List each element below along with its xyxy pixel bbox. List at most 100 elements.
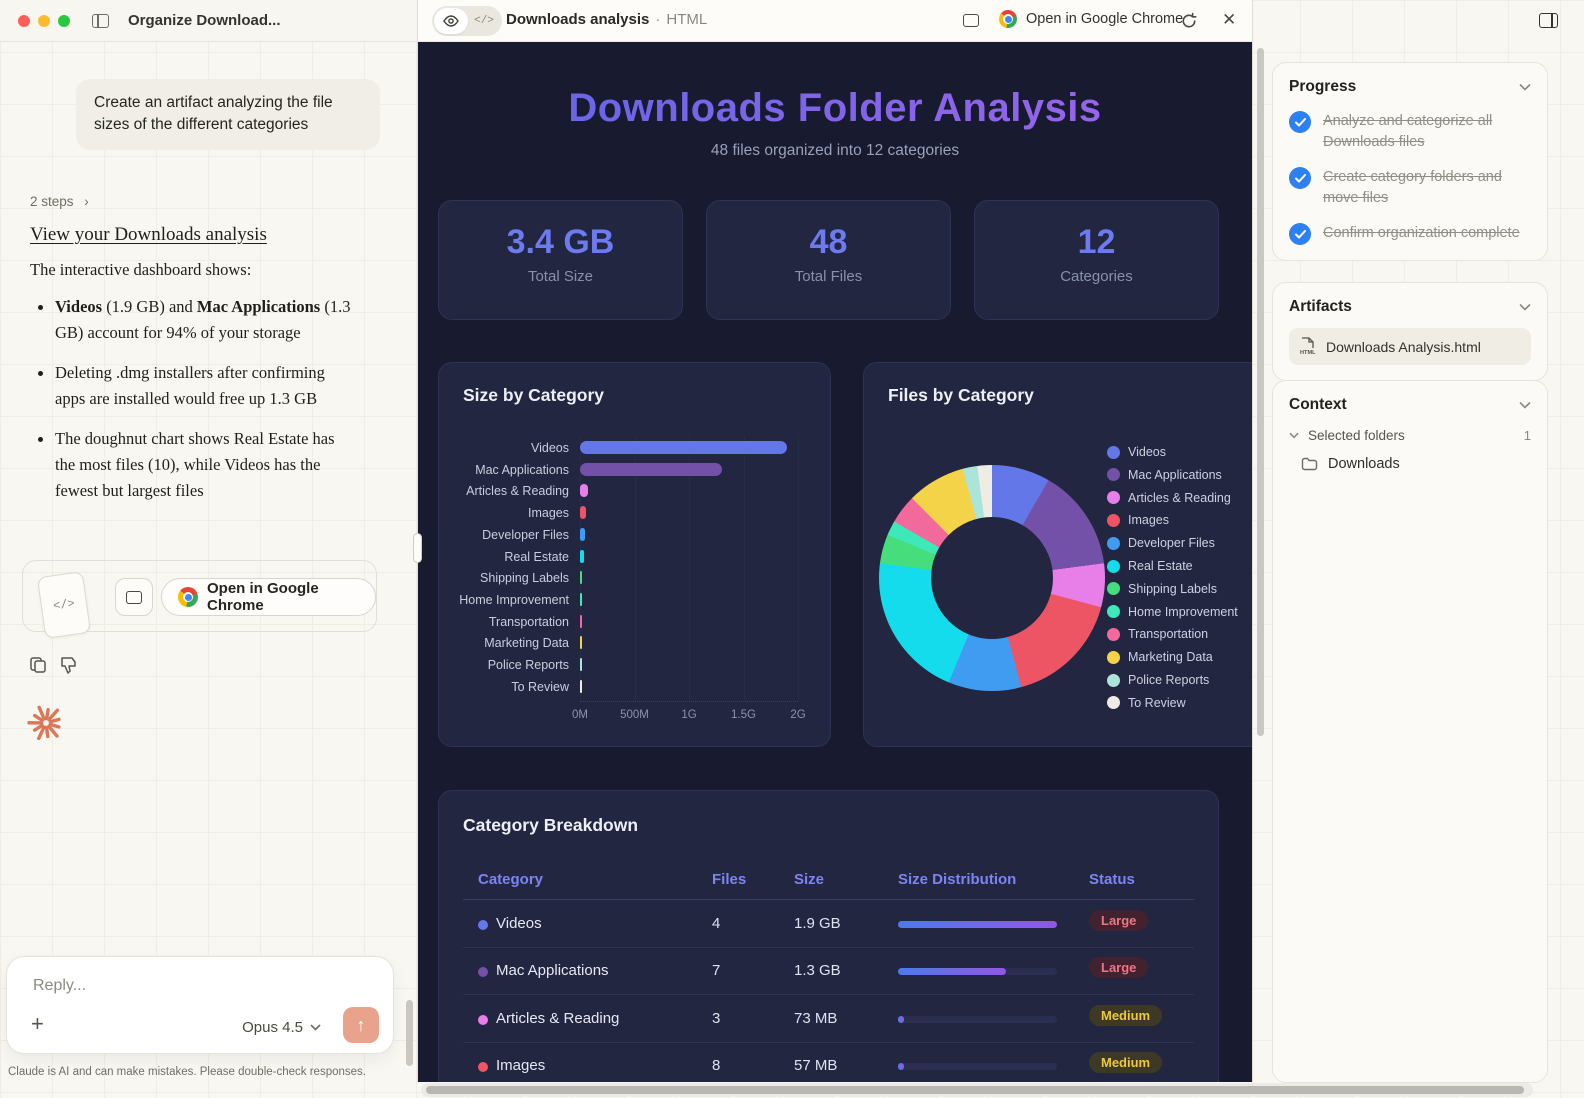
status-badge: Large xyxy=(1089,910,1148,931)
size-distribution-fill xyxy=(898,1063,904,1070)
bar-1 xyxy=(580,463,722,476)
context-card: Context Selected folders 1 Downloads xyxy=(1272,380,1548,1083)
model-selector[interactable]: Opus 4.5 xyxy=(242,1019,321,1036)
close-artifact-button[interactable]: ✕ xyxy=(1222,10,1236,30)
preview-tab[interactable] xyxy=(434,8,468,34)
legend-label: Shipping Labels xyxy=(1128,582,1217,596)
bar-label: Home Improvement xyxy=(439,590,569,610)
chat-scrollbar[interactable] xyxy=(406,1000,413,1066)
bar-chart-title: Size by Category xyxy=(463,385,604,406)
minimize-traffic-light[interactable] xyxy=(38,15,50,27)
window-icon xyxy=(963,14,979,27)
category-dot xyxy=(478,967,488,977)
legend-swatch xyxy=(1107,560,1120,573)
cell-category: Videos xyxy=(496,915,542,932)
chevron-right-icon: › xyxy=(84,194,89,209)
downloads-analysis-link[interactable]: View your Downloads analysis xyxy=(30,224,267,246)
horizontal-scrollbar-thumb[interactable] xyxy=(426,1086,1524,1094)
open-in-chrome-button[interactable]: Open in Google Chrome xyxy=(161,578,376,616)
legend-label: Real Estate xyxy=(1128,559,1193,573)
refresh-button[interactable] xyxy=(1180,12,1198,30)
files-by-category-card: Files by Category Videos Mac Application… xyxy=(863,362,1252,747)
legend-label: Images xyxy=(1128,513,1169,527)
legend-label: Home Improvement xyxy=(1128,605,1238,619)
legend-swatch xyxy=(1107,605,1120,618)
dashboard-subtitle: 48 files organized into 12 categories xyxy=(418,142,1252,160)
donut-hole xyxy=(931,517,1053,639)
claude-spark-icon xyxy=(26,702,66,744)
bar-label: To Review xyxy=(439,677,569,697)
stat-value: 12 xyxy=(975,223,1218,262)
code-icon: </> xyxy=(52,597,75,614)
size-distribution-bar xyxy=(898,1063,1057,1070)
attach-button[interactable]: + xyxy=(31,1013,44,1035)
steps-disclosure[interactable]: 2 steps › xyxy=(30,194,89,209)
stat-value: 48 xyxy=(707,223,950,262)
size-distribution-bar xyxy=(898,1016,1057,1023)
response-intro: The interactive dashboard shows: xyxy=(30,260,251,280)
open-artifact-window-button[interactable] xyxy=(115,578,153,616)
cell-files: 7 xyxy=(712,962,720,979)
chevron-down-icon[interactable] xyxy=(1519,401,1531,409)
code-tab[interactable]: </> xyxy=(468,8,500,34)
copy-icon[interactable] xyxy=(28,655,48,675)
chevron-down-icon[interactable] xyxy=(1519,303,1531,311)
selected-folders-row[interactable]: Selected folders 1 xyxy=(1289,428,1531,443)
legend-label: Marketing Data xyxy=(1128,650,1213,664)
legend-label: Videos xyxy=(1128,445,1166,459)
left-titlebar: Organize Download... xyxy=(0,0,417,42)
eye-icon xyxy=(443,15,459,27)
code-artifact-thumbnail[interactable]: </> xyxy=(37,571,91,639)
progress-card: Progress Analyze and categorize all Down… xyxy=(1272,62,1548,261)
artifact-file-item[interactable]: HTML Downloads Analysis.html xyxy=(1289,328,1531,365)
close-traffic-light[interactable] xyxy=(18,15,30,27)
size-by-category-card: Size by Category 0M500M1G1.5G2GVideos Ma… xyxy=(438,362,831,747)
category-dot xyxy=(478,1015,488,1025)
horizontal-scrollbar[interactable] xyxy=(421,1083,1533,1097)
size-distribution-bar xyxy=(898,921,1057,928)
size-distribution-fill xyxy=(898,1016,904,1023)
open-in-chrome-header-button[interactable]: Open in Google Chrome xyxy=(999,10,1183,28)
table-title: Category Breakdown xyxy=(463,815,638,836)
table-row: Videos 4 1.9 GB Large xyxy=(463,901,1194,948)
bar-label: Shipping Labels xyxy=(439,568,569,588)
status-badge: Medium xyxy=(1089,1005,1162,1026)
open-in-window-button[interactable] xyxy=(963,14,979,27)
bar-label: Developer Files xyxy=(439,525,569,545)
chevron-down-icon[interactable] xyxy=(1519,83,1531,91)
downloads-folder-item[interactable]: Downloads xyxy=(1301,456,1531,472)
bar-6 xyxy=(580,571,582,584)
legend-item: Shipping Labels xyxy=(1107,582,1217,596)
reply-composer[interactable]: Reply... + Opus 4.5 ↑ xyxy=(6,956,394,1054)
send-button[interactable]: ↑ xyxy=(343,1007,379,1043)
x-axis-tick: 500M xyxy=(613,709,657,721)
bar-label: Articles & Reading xyxy=(439,481,569,501)
window-title: Organize Download... xyxy=(128,12,281,29)
legend-swatch xyxy=(1107,468,1120,481)
stat-label: Categories xyxy=(975,268,1218,285)
bar-label: Real Estate xyxy=(439,547,569,567)
sidebar-toggle-icon[interactable] xyxy=(92,14,109,28)
status-badge: Large xyxy=(1089,957,1148,978)
right-panel-scrollbar[interactable] xyxy=(1257,48,1264,736)
artifacts-title: Artifacts xyxy=(1289,298,1352,316)
progress-item-label: Create category folders and move files xyxy=(1323,167,1531,208)
reply-input[interactable]: Reply... xyxy=(33,977,86,995)
legend-swatch xyxy=(1107,696,1120,709)
thumbs-down-icon[interactable] xyxy=(59,655,79,675)
folder-count: 1 xyxy=(1524,428,1531,443)
x-axis-tick: 0M xyxy=(558,709,602,721)
legend-swatch xyxy=(1107,514,1120,527)
cell-category: Mac Applications xyxy=(496,962,609,979)
right-panel-toggle-icon[interactable] xyxy=(1539,13,1558,28)
zoom-traffic-light[interactable] xyxy=(58,15,70,27)
response-bullet-list: Videos (1.9 GB) and Mac Applications (1.… xyxy=(30,294,352,518)
legend-item: Mac Applications xyxy=(1107,468,1222,482)
chevron-down-icon xyxy=(310,1024,321,1031)
panel-resize-handle[interactable] xyxy=(413,533,422,563)
bar-5 xyxy=(580,550,584,563)
legend-item: Home Improvement xyxy=(1107,605,1238,619)
artifact-preview-card[interactable]: </> Open in Google Chrome xyxy=(22,560,377,632)
html-file-icon: HTML xyxy=(1299,337,1316,356)
response-bullet: The doughnut chart shows Real Estate has… xyxy=(30,426,352,505)
